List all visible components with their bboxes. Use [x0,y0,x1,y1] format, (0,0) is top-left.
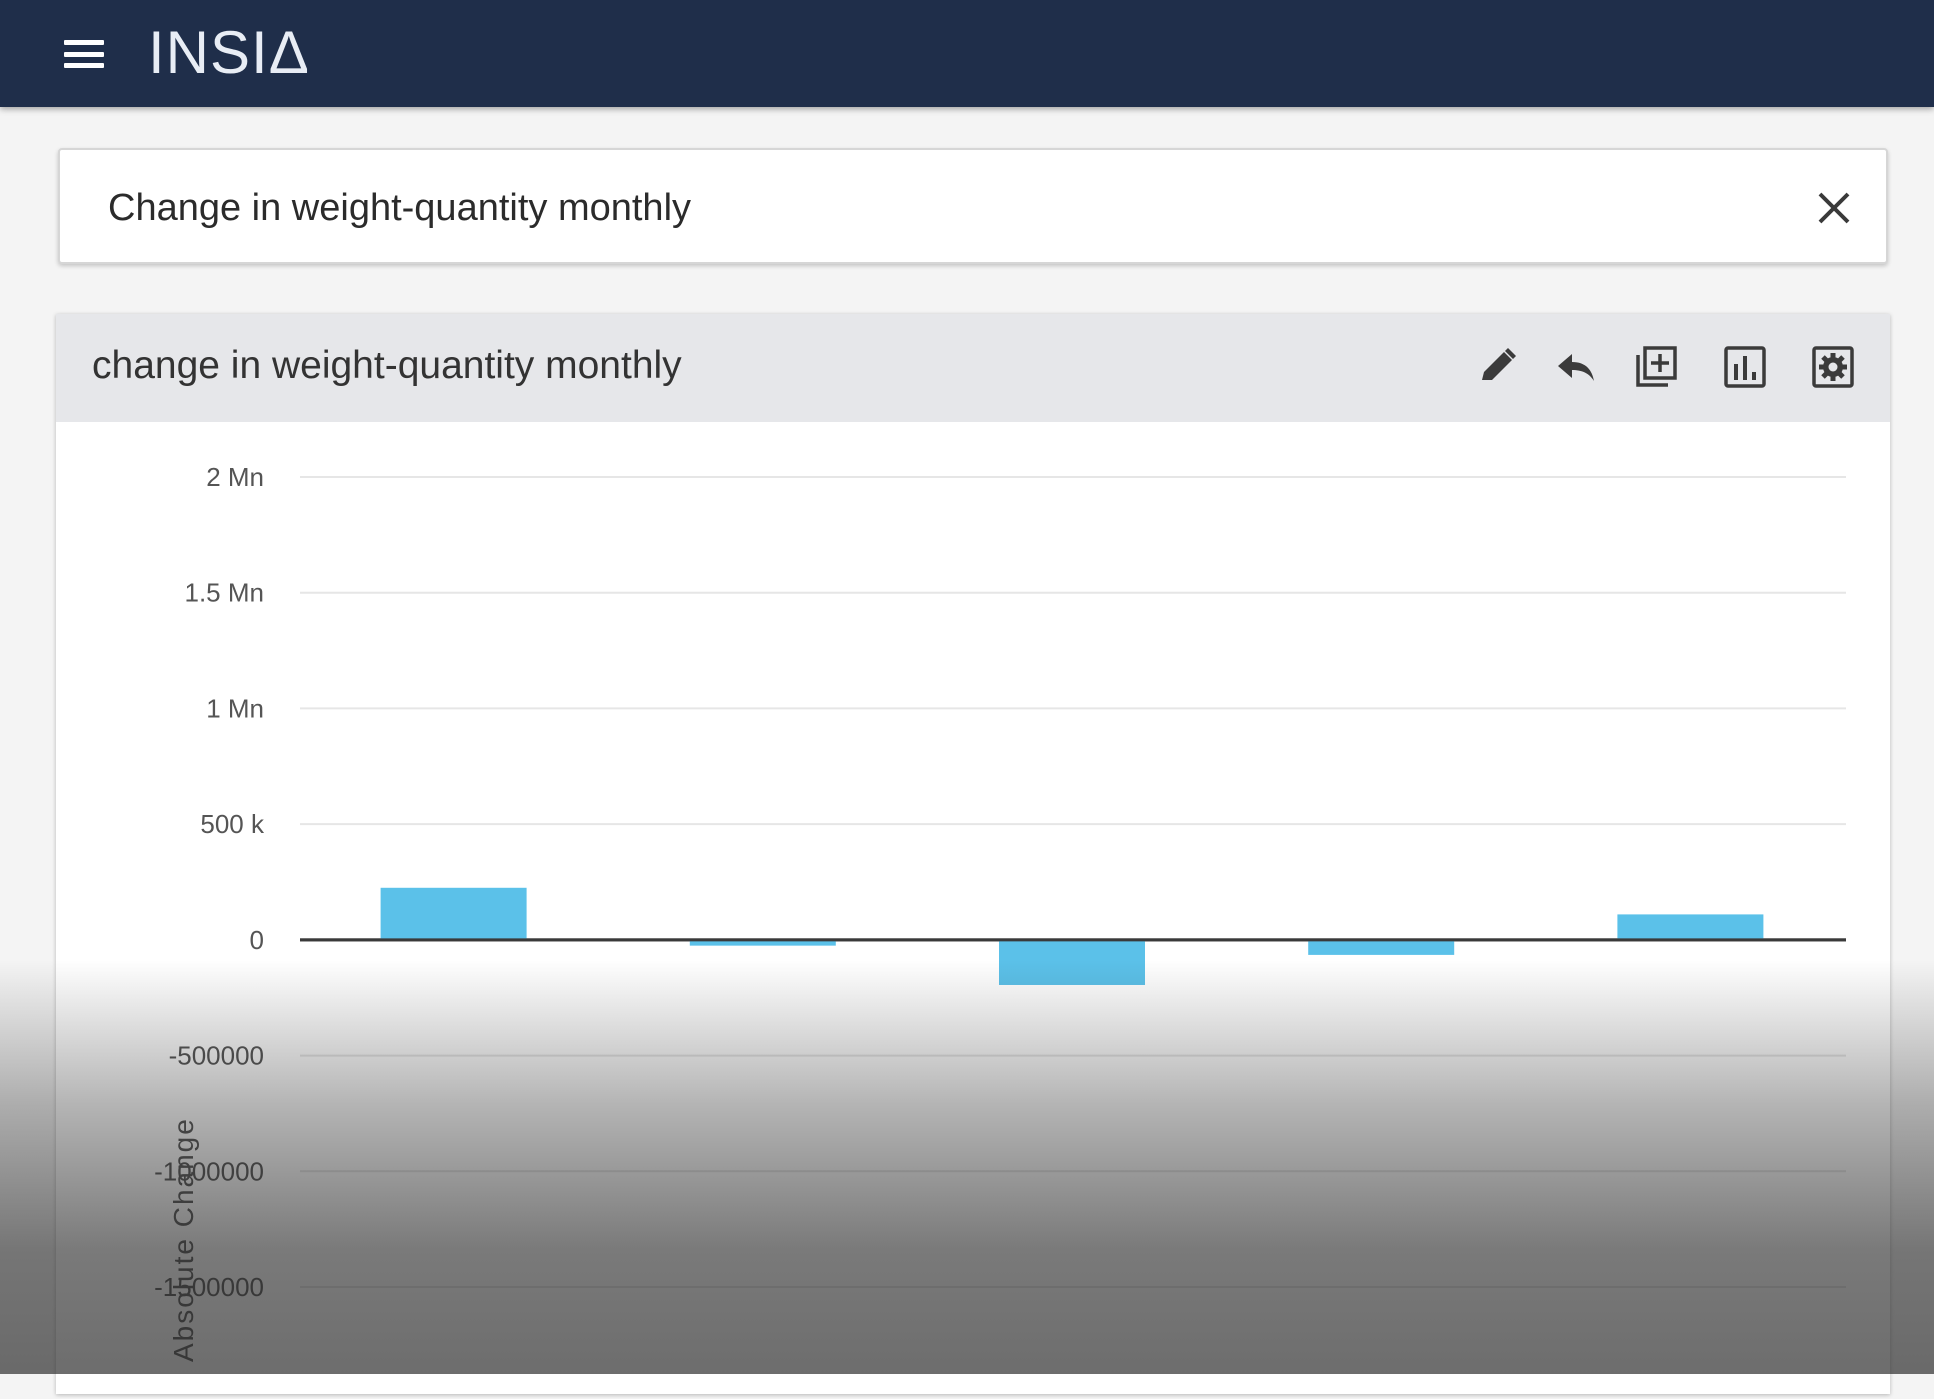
bar[interactable] [999,939,1145,985]
chart-card: change in weight-quantity monthly 2 Mn 1… [56,314,1890,1394]
chart-card-header: change in weight-quantity monthly [56,314,1890,422]
y-tick-label: 500 k [200,809,265,839]
y-tick-label: 1 Mn [206,693,264,723]
hamburger-menu-icon[interactable] [60,36,108,72]
y-tick-label: 1.5 Mn [185,578,265,608]
undo-icon[interactable] [1552,342,1602,392]
bar[interactable] [1617,914,1764,940]
pencil-icon[interactable] [1472,342,1522,392]
y-tick-label: 2 Mn [206,462,264,492]
y-tick-label: -500000 [169,1041,264,1071]
chart-area: 2 Mn 1.5 Mn 1 Mn 500 k 0 -500000 -1000000 -1500… [56,422,1890,1394]
y-tick-label: 0 [250,925,264,955]
y-axis-label: Absolute Change [168,1117,199,1362]
app-header: INSIΔ [0,0,1934,107]
app-logo[interactable]: INSIΔ [148,20,310,86]
add-to-dashboard-icon[interactable] [1632,342,1682,392]
search-input[interactable] [108,180,1708,236]
search-bar [58,148,1888,264]
settings-icon[interactable] [1808,342,1858,392]
close-icon[interactable] [1812,186,1856,230]
chart-card-title: change in weight-quantity monthly [92,344,682,387]
chart-type-icon[interactable] [1720,342,1770,392]
bar[interactable] [380,887,527,940]
bar[interactable] [1308,939,1455,955]
bar-chart: 2 Mn1.5 Mn1 Mn500 k0-500000-1000000-1500… [154,462,1846,1302]
